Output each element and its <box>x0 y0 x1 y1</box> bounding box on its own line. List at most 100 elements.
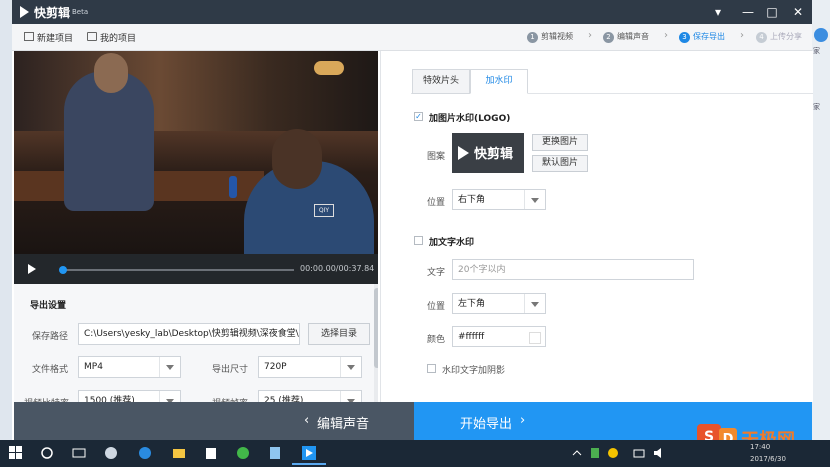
text-watermark-checkbox[interactable] <box>414 236 423 245</box>
chevron-down-icon <box>524 294 545 313</box>
progress-handle[interactable] <box>59 266 67 274</box>
step-label: 保存导出 <box>693 32 725 41</box>
image-watermark-checkbox[interactable]: ✓ <box>414 112 423 121</box>
step-upload-share: 4 上传分享 <box>756 31 802 43</box>
task-view-icon[interactable] <box>72 446 86 460</box>
text-position-select[interactable]: 左下角 <box>452 293 546 314</box>
watermark-preview: 快剪辑 <box>452 133 524 173</box>
folder-icon <box>87 32 97 41</box>
back-label: 编辑声音 <box>317 417 370 432</box>
step-edit-video[interactable]: 1 剪辑视频 <box>527 31 573 43</box>
tray-app-icon[interactable] <box>606 446 620 460</box>
step-number: 4 <box>756 32 767 43</box>
tray-network-icon[interactable] <box>632 446 646 460</box>
save-path-input[interactable]: C:\Users\yesky_lab\Desktop\快剪辑视频\深夜食堂\ <box>78 323 300 345</box>
file-explorer-icon[interactable] <box>172 446 186 460</box>
notebook-icon[interactable] <box>268 446 282 460</box>
close-button[interactable]: ✕ <box>788 3 808 21</box>
format-label: 文件格式 <box>32 365 69 375</box>
step-save-export[interactable]: 3 保存导出 <box>679 31 725 43</box>
title-bar: 快剪辑 Beta ▾ — □ ✕ <box>12 0 812 24</box>
store-icon[interactable] <box>204 446 218 460</box>
change-image-button[interactable]: 更换图片 <box>532 134 588 151</box>
image-position-value: 右下角 <box>458 195 486 205</box>
format-select[interactable]: MP4 <box>78 356 181 378</box>
app-logo-icon <box>20 6 29 18</box>
new-project-button[interactable]: 新建项目 <box>37 31 73 44</box>
time-display: 00:00.00/00:37.84 <box>300 264 375 273</box>
browser-360-icon[interactable] <box>236 446 250 460</box>
watermark-panel: 特效片头 加水印 ✓ 加图片水印(LOGO) 图案 快剪辑 更换图片 默认图片 … <box>380 51 813 402</box>
back-edit-audio-button[interactable]: ‹ 编辑声音 <box>14 402 414 440</box>
taskbar-time: 17:40 <box>750 443 771 451</box>
desktop-app-icon[interactable] <box>814 28 828 42</box>
app-title: 快剪辑 <box>34 6 71 20</box>
start-export-label: 开始导出 <box>460 417 513 432</box>
tab-watermark[interactable]: 加水印 <box>470 69 528 94</box>
chevron-down-icon <box>524 190 545 209</box>
desktop-background-left <box>0 0 12 440</box>
text-shadow-label: 水印文字加阴影 <box>442 366 506 376</box>
toolbar: 新建项目 我的项目 1 剪辑视频 › 2 编辑声音 › 3 保存导出 › 4 上传分享 <box>12 24 812 51</box>
color-swatch[interactable] <box>529 332 541 344</box>
format-value: MP4 <box>84 362 103 372</box>
play-icon[interactable] <box>28 264 36 274</box>
watermark-text-input[interactable]: 20个字以内 <box>452 259 694 280</box>
choose-directory-button[interactable]: 选择目录 <box>308 323 370 345</box>
new-project-icon <box>24 32 34 41</box>
app-icon[interactable] <box>104 446 118 460</box>
color-label: 颜色 <box>427 335 446 345</box>
video-scene <box>314 61 344 75</box>
active-app-indicator <box>292 463 326 465</box>
default-image-button[interactable]: 默认图片 <box>532 155 588 172</box>
desktop-label: 家 <box>813 47 820 55</box>
desktop-label: 家 <box>813 103 820 111</box>
beta-badge: Beta <box>72 8 89 16</box>
tray-chevron-up-icon[interactable] <box>570 446 584 460</box>
edge-icon[interactable] <box>138 446 152 460</box>
save-path-label: 保存路径 <box>32 332 69 342</box>
minimize-button[interactable]: — <box>738 3 758 21</box>
chevron-down-icon <box>340 357 361 377</box>
preview-logo-text: 快剪辑 <box>474 147 514 162</box>
search-icon[interactable] <box>40 446 54 460</box>
size-select[interactable]: 720P <box>258 356 362 378</box>
menu-button[interactable]: ▾ <box>708 3 728 21</box>
image-watermark-title: 加图片水印(LOGO) <box>429 114 511 124</box>
kuaijianji-taskbar-icon[interactable] <box>302 446 316 460</box>
tab-effects-intro[interactable]: 特效片头 <box>412 69 470 94</box>
logo-mark-icon <box>458 146 469 160</box>
video-preview[interactable]: QIY <box>14 51 378 254</box>
text-position-label: 位置 <box>427 302 446 312</box>
chevron-right-icon: › <box>740 30 744 41</box>
my-projects-button[interactable]: 我的项目 <box>100 31 136 44</box>
video-scene <box>94 53 128 93</box>
step-number: 2 <box>603 32 614 43</box>
color-input[interactable]: #ffffff <box>452 326 546 347</box>
taskbar-date[interactable]: 2017/6/30 <box>750 455 786 463</box>
step-number: 3 <box>679 32 690 43</box>
chevron-left-icon: ‹ <box>304 413 310 428</box>
maximize-button[interactable]: □ <box>762 3 782 21</box>
tray-volume-icon[interactable] <box>652 446 666 460</box>
chevron-down-icon <box>159 357 180 377</box>
progress-track[interactable] <box>62 269 294 271</box>
image-position-select[interactable]: 右下角 <box>452 189 546 210</box>
tray-shield-icon[interactable] <box>588 446 602 460</box>
step-label: 编辑声音 <box>617 32 649 41</box>
text-position-value: 左下角 <box>458 299 486 309</box>
text-shadow-checkbox[interactable] <box>427 364 436 373</box>
text-watermark-title: 加文字水印 <box>429 238 475 248</box>
app-window: 快剪辑 Beta ▾ — □ ✕ 新建项目 我的项目 1 剪辑视频 › 2 编辑声音… <box>12 0 813 440</box>
windows-start-icon[interactable] <box>9 446 23 460</box>
scrollbar-thumb[interactable] <box>374 288 378 368</box>
taskbar <box>0 440 830 467</box>
step-label: 剪辑视频 <box>541 32 573 41</box>
size-label: 导出尺寸 <box>212 365 249 375</box>
step-edit-audio[interactable]: 2 编辑声音 <box>603 31 649 43</box>
image-position-label: 位置 <box>427 198 446 208</box>
size-value: 720P <box>264 362 287 372</box>
chevron-right-icon: › <box>588 30 592 41</box>
step-number: 1 <box>527 32 538 43</box>
chevron-right-icon: › <box>520 413 526 428</box>
